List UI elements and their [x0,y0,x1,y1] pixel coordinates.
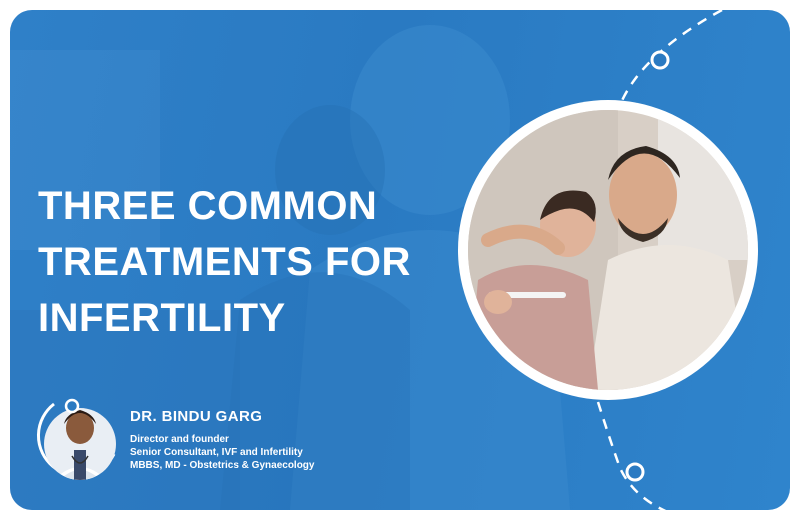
doctor-credential-1: Director and founder [130,434,229,445]
couple-photo [468,110,748,390]
doctor-name: DR. BINDU GARG [130,408,263,425]
headline: THREE COMMON TREATMENTS FOR INFERTILITY [38,178,458,346]
headline-line-3: INFERTILITY [38,296,286,340]
doctor-credential-3: MBBS, MD - Obstetrics & Gynaecology [130,460,315,471]
headline-line-1: THREE COMMON [38,184,378,228]
doctor-avatar [36,384,122,490]
doctor-credential-2: Senior Consultant, IVF and Infertility [130,447,303,458]
doctor-info: DR. BINDU GARG Director and founder Seni… [130,408,314,472]
headline-line-2: TREATMENTS FOR [38,240,411,284]
